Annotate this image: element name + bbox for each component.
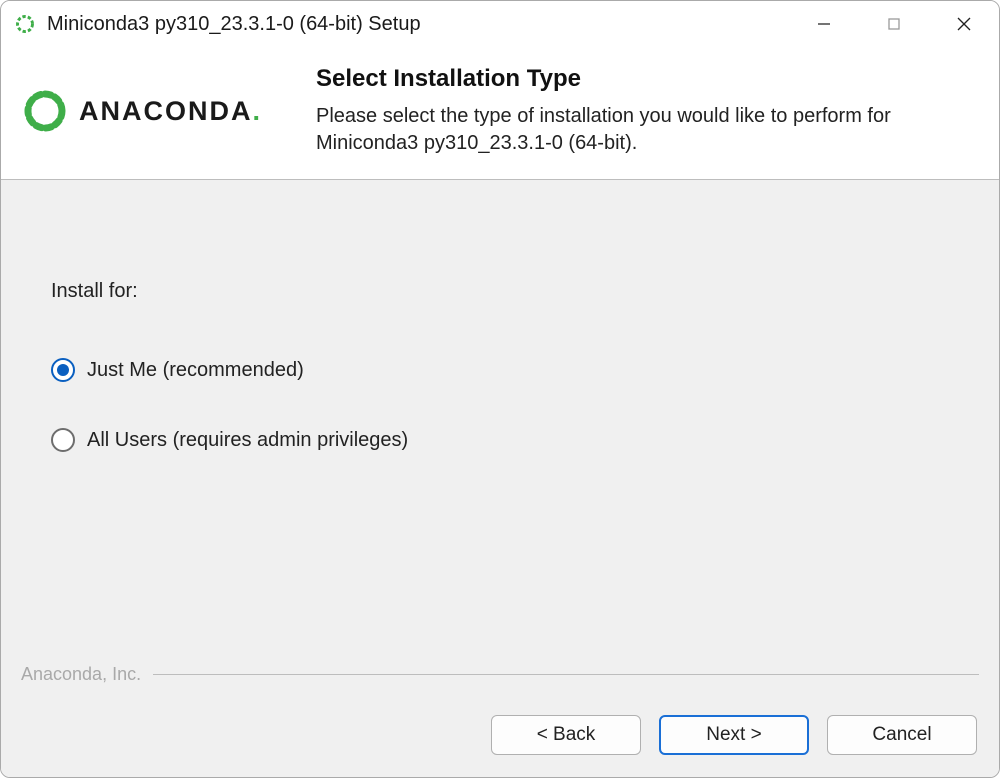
radio-selected-icon [51,358,75,382]
install-for-label: Install for: [51,280,949,303]
radio-unselected-icon [51,428,75,452]
titlebar: Miniconda3 py310_23.3.1-0 (64-bit) Setup [1,1,999,47]
installer-window: Miniconda3 py310_23.3.1-0 (64-bit) Setup… [0,0,1000,778]
maximize-button[interactable] [859,1,929,47]
footer-rule: Anaconda, Inc. [21,664,979,685]
window-title: Miniconda3 py310_23.3.1-0 (64-bit) Setup [47,13,789,36]
radio-label: All Users (requires admin privileges) [87,429,408,452]
brand-wordmark: ANACONDA. [79,96,262,127]
window-controls [789,1,999,47]
header-text: Select Installation Type Please select t… [316,65,979,157]
radio-label: Just Me (recommended) [87,359,304,382]
close-button[interactable] [929,1,999,47]
anaconda-ring-icon [21,87,69,135]
radio-all-users[interactable]: All Users (requires admin privileges) [51,428,949,452]
button-row: < Back Next > Cancel [491,715,977,755]
next-button[interactable]: Next > [659,715,809,755]
page-heading: Select Installation Type [316,65,979,93]
body-panel: Install for: Just Me (recommended) All U… [1,180,999,777]
brand-logo: ANACONDA. [21,87,316,135]
radio-just-me[interactable]: Just Me (recommended) [51,358,949,382]
divider-line [153,674,979,675]
header-panel: ANACONDA. Select Installation Type Pleas… [1,47,999,180]
minimize-button[interactable] [789,1,859,47]
back-button[interactable]: < Back [491,715,641,755]
cancel-button[interactable]: Cancel [827,715,977,755]
app-icon [15,14,35,34]
page-description: Please select the type of installation y… [316,103,979,157]
company-name: Anaconda, Inc. [21,664,153,685]
